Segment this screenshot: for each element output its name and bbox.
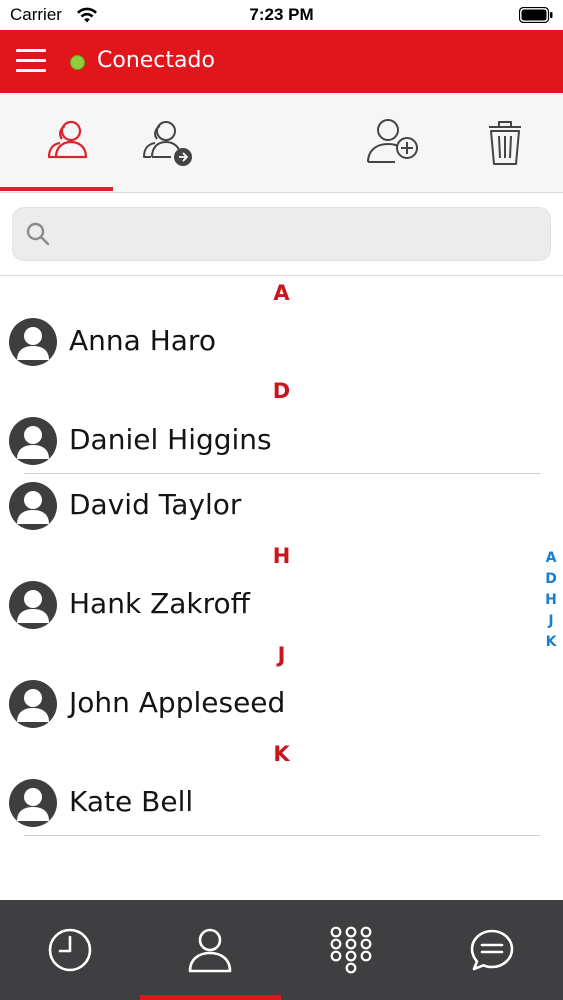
avatar-icon — [9, 779, 57, 827]
search-bar — [0, 193, 563, 276]
active-tab-indicator — [0, 187, 113, 191]
search-input[interactable] — [61, 216, 531, 254]
section-header-k: K — [273, 742, 290, 766]
connection-status-label: Conectado — [97, 48, 215, 73]
active-tab-indicator-bottom — [140, 995, 281, 1000]
contact-name: Anna Haro — [69, 324, 216, 357]
section-index: A D H J K — [541, 548, 561, 653]
contact-name: Kate Bell — [69, 785, 194, 818]
search-field[interactable] — [12, 207, 551, 261]
section-header-h: H — [272, 544, 291, 568]
contact-row[interactable]: David Taylor — [0, 474, 540, 540]
contact-name: John Appleseed — [69, 686, 286, 719]
index-letter-k[interactable]: K — [541, 632, 561, 653]
section-header-a: A — [273, 281, 290, 305]
chat-bubble-icon — [470, 929, 514, 971]
index-letter-j[interactable]: J — [541, 611, 561, 632]
bottom-tab-bar — [0, 900, 563, 1000]
clock-time: 7:23 PM — [249, 5, 314, 24]
contacts-group-shared-icon — [143, 121, 192, 166]
contact-row[interactable]: Kate Bell — [0, 771, 540, 837]
contact-row[interactable]: Hank Zakroff — [0, 573, 540, 639]
index-letter-a[interactable]: A — [541, 548, 561, 569]
avatar-icon — [9, 417, 57, 465]
add-contact-icon — [367, 119, 418, 163]
search-icon — [26, 222, 50, 246]
avatar-icon — [9, 680, 57, 728]
contacts-list: A Anna Haro D Daniel Higgins David Taylo… — [0, 276, 563, 900]
section-header-d: D — [272, 379, 291, 403]
contacts-toolbar — [0, 93, 563, 193]
tab-history[interactable] — [0, 900, 140, 1000]
tab-dialpad[interactable] — [281, 900, 421, 1000]
avatar-icon — [9, 581, 57, 629]
contact-row[interactable]: Daniel Higgins — [0, 409, 540, 475]
tab-contacts[interactable] — [140, 900, 280, 1000]
app-header: Conectado — [0, 30, 563, 93]
avatar-icon — [9, 482, 57, 530]
section-header-j: J — [277, 643, 286, 667]
connection-status-dot — [70, 55, 85, 70]
clock-history-icon — [48, 928, 92, 972]
tab-contacts-shared[interactable] — [139, 117, 195, 169]
battery-icon — [519, 7, 553, 23]
contacts-person-icon — [188, 928, 232, 973]
add-contact-button[interactable] — [365, 117, 421, 169]
contact-name: David Taylor — [69, 488, 242, 521]
trash-icon — [489, 121, 521, 165]
contact-name: Hank Zakroff — [69, 587, 250, 620]
contact-name: Daniel Higgins — [69, 423, 272, 456]
tab-contacts-group[interactable] — [41, 117, 97, 169]
status-bar: Carrier 7:23 PM — [0, 0, 563, 30]
avatar-icon — [9, 318, 57, 366]
contact-row[interactable]: Anna Haro — [0, 310, 540, 376]
contact-row[interactable]: John Appleseed — [0, 672, 540, 738]
index-letter-d[interactable]: D — [541, 569, 561, 590]
contacts-group-icon — [47, 120, 88, 159]
index-letter-h[interactable]: H — [541, 590, 561, 611]
hamburger-menu-icon[interactable] — [16, 47, 46, 75]
delete-button[interactable] — [477, 117, 533, 169]
tab-chat[interactable] — [422, 900, 562, 1000]
row-divider — [24, 835, 540, 836]
dialpad-icon — [330, 926, 372, 974]
